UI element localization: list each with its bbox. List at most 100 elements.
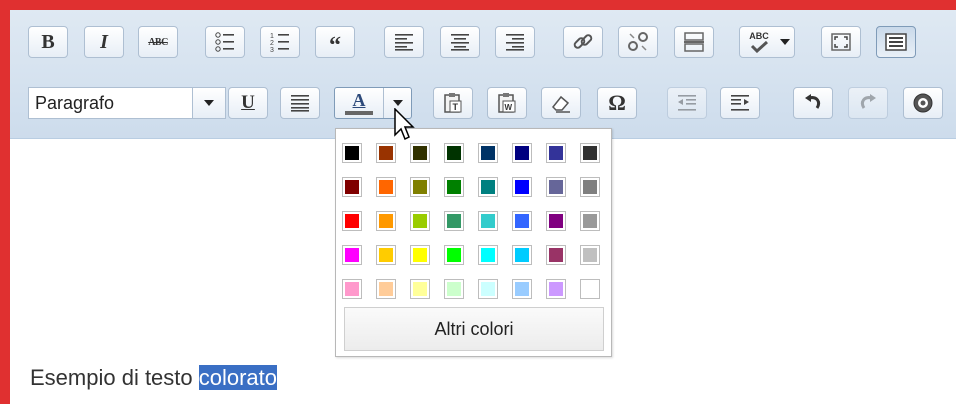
paste-word-icon: W — [498, 93, 516, 113]
unlink-icon — [628, 32, 648, 51]
color-picker-panel: Altri colori — [335, 128, 612, 357]
color-swatch[interactable] — [478, 143, 498, 163]
color-swatch[interactable] — [546, 279, 566, 299]
color-swatch[interactable] — [546, 211, 566, 231]
color-swatch-fill — [481, 214, 495, 228]
indent-button[interactable] — [720, 87, 760, 119]
remove-format-button[interactable] — [541, 87, 581, 119]
color-swatch[interactable] — [580, 177, 600, 197]
color-swatch[interactable] — [410, 279, 430, 299]
color-swatch-fill — [583, 146, 597, 160]
color-swatch-fill — [515, 146, 529, 160]
color-swatch[interactable] — [546, 177, 566, 197]
color-swatch[interactable] — [410, 177, 430, 197]
fullscreen-icon — [831, 33, 851, 51]
unlink-button[interactable] — [618, 26, 658, 58]
color-swatch[interactable] — [580, 143, 600, 163]
color-swatch[interactable] — [376, 245, 396, 265]
color-swatch[interactable] — [478, 245, 498, 265]
kitchen-sink-icon — [885, 33, 907, 51]
numbered-list-icon: 1 2 3 — [270, 33, 289, 53]
chevron-down-icon — [204, 100, 214, 106]
editor-content[interactable]: Esempio di testo colorato — [30, 365, 278, 391]
color-swatch[interactable] — [376, 279, 396, 299]
undo-button[interactable] — [793, 87, 833, 119]
justify-button[interactable] — [280, 87, 320, 119]
indent-icon — [731, 95, 749, 111]
special-char-button[interactable]: Ω — [597, 87, 637, 119]
color-swatch[interactable] — [580, 279, 600, 299]
color-swatch[interactable] — [512, 279, 532, 299]
color-swatch[interactable] — [410, 143, 430, 163]
italic-button[interactable]: I — [84, 26, 124, 58]
align-center-icon — [451, 34, 469, 51]
color-swatch[interactable] — [444, 211, 464, 231]
selected-text: colorato — [198, 365, 278, 390]
color-swatch[interactable] — [444, 177, 464, 197]
fullscreen-button[interactable] — [821, 26, 861, 58]
special-char-label: Ω — [608, 90, 626, 115]
color-swatch[interactable] — [376, 177, 396, 197]
color-swatch-fill — [583, 282, 597, 296]
color-swatch[interactable] — [410, 211, 430, 231]
insert-more-button[interactable] — [674, 26, 714, 58]
kitchen-sink-toggle-button[interactable] — [876, 26, 916, 58]
color-swatch[interactable] — [546, 245, 566, 265]
chevron-down-icon — [780, 39, 790, 45]
color-swatch[interactable] — [444, 143, 464, 163]
color-swatch[interactable] — [546, 143, 566, 163]
color-swatch[interactable] — [376, 143, 396, 163]
color-swatch-fill — [515, 282, 529, 296]
color-swatch[interactable] — [512, 211, 532, 231]
outdent-button[interactable] — [667, 87, 707, 119]
color-swatch[interactable] — [410, 245, 430, 265]
color-swatch[interactable] — [580, 211, 600, 231]
align-left-button[interactable] — [384, 26, 424, 58]
align-center-button[interactable] — [440, 26, 480, 58]
color-swatch[interactable] — [478, 211, 498, 231]
text-color-label: A — [352, 90, 366, 110]
color-swatch-fill — [413, 146, 427, 160]
strikethrough-label: ABC — [148, 36, 168, 48]
color-swatch[interactable] — [342, 211, 362, 231]
color-swatch[interactable] — [580, 245, 600, 265]
color-swatch-fill — [447, 282, 461, 296]
bullet-list-button[interactable] — [205, 26, 245, 58]
color-swatch[interactable] — [444, 279, 464, 299]
chevron-down-icon — [392, 100, 403, 106]
color-swatch[interactable] — [512, 143, 532, 163]
blockquote-button[interactable]: “ — [315, 26, 355, 58]
paste-word-button[interactable]: W — [487, 87, 527, 119]
color-swatch-fill — [379, 214, 393, 228]
color-swatch[interactable] — [342, 143, 362, 163]
color-swatch-fill — [583, 214, 597, 228]
color-swatch[interactable] — [444, 245, 464, 265]
format-select-dropdown[interactable] — [192, 88, 225, 118]
numbered-list-button[interactable]: 1 2 3 — [260, 26, 300, 58]
italic-label: I — [100, 30, 108, 53]
color-swatch[interactable] — [342, 177, 362, 197]
editor-frame: B I ABC 1 2 3 “ ABC Paragrafo U A T W Ω … — [10, 10, 956, 404]
underline-button[interactable]: U — [228, 87, 268, 119]
color-swatch[interactable] — [342, 279, 362, 299]
color-swatch[interactable] — [512, 177, 532, 197]
redo-button[interactable] — [848, 87, 888, 119]
spellcheck-button[interactable]: ABC — [739, 26, 795, 58]
strikethrough-button[interactable]: ABC — [138, 26, 178, 58]
color-swatch-fill — [583, 248, 597, 262]
color-swatch[interactable] — [376, 211, 396, 231]
bold-button[interactable]: B — [28, 26, 68, 58]
paste-text-button[interactable]: T — [433, 87, 473, 119]
insert-link-button[interactable] — [563, 26, 603, 58]
color-swatch[interactable] — [478, 177, 498, 197]
color-swatch[interactable] — [512, 245, 532, 265]
text-color-apply[interactable]: A — [335, 88, 383, 118]
color-swatch[interactable] — [478, 279, 498, 299]
help-button[interactable] — [903, 87, 943, 119]
align-right-button[interactable] — [495, 26, 535, 58]
color-swatch[interactable] — [342, 245, 362, 265]
color-swatch-fill — [413, 248, 427, 262]
more-colors-button[interactable]: Altri colori — [344, 307, 604, 351]
format-select[interactable]: Paragrafo — [28, 87, 226, 119]
color-swatch-fill — [379, 248, 393, 262]
